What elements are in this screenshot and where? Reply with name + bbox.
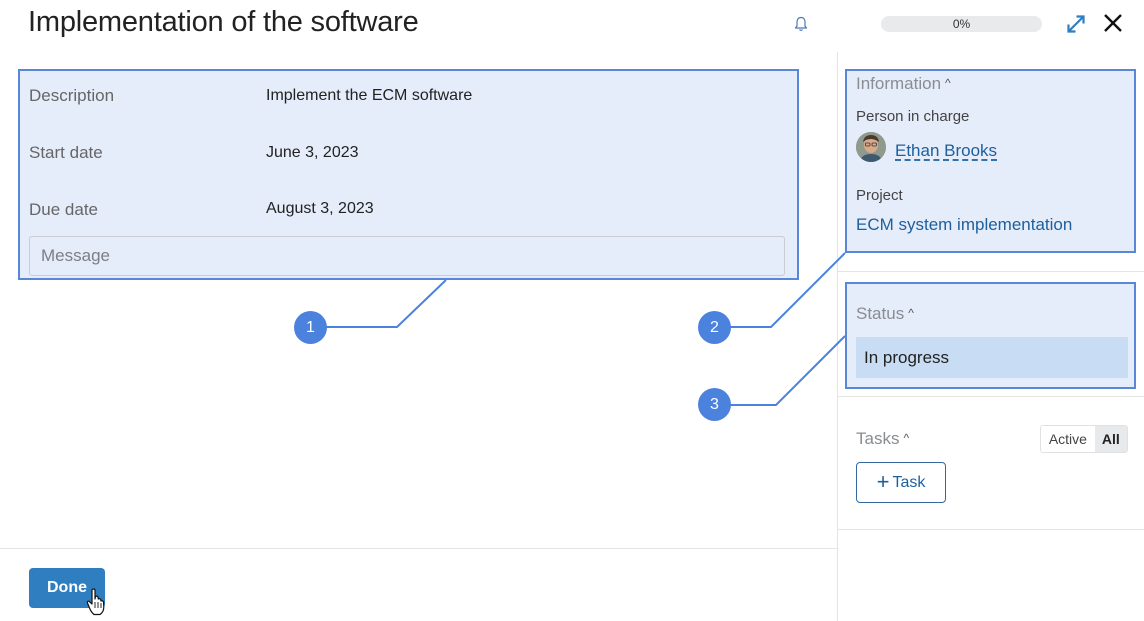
project-label: Project [856,187,903,204]
panel-divider [837,52,838,621]
description-label: Description [29,86,115,105]
start-date-label: Start date [29,143,103,162]
progress-bar: 0% [881,16,1042,32]
chevron-up-icon: ^ [908,306,914,320]
message-input[interactable] [29,236,785,276]
close-icon[interactable] [1101,11,1125,35]
callout-marker-1: 1 [294,311,327,344]
start-date-value: June 3, 2023 [266,144,359,161]
status-title-text: Status [856,304,905,323]
tasks-divider [838,529,1144,530]
plus-icon: + [876,468,890,494]
avatar [856,132,886,162]
status-divider [838,396,1144,397]
information-divider [838,271,1144,272]
person-in-charge-label: Person in charge [856,108,970,125]
description-value: Implement the ECM software [266,87,473,104]
status-section-title[interactable]: Status ^ [856,304,914,324]
tasks-filter: Active All [1040,425,1128,453]
person-in-charge-link[interactable]: Ethan Brooks [895,141,997,161]
chevron-up-icon: ^ [945,76,951,90]
callout-marker-3: 3 [698,388,731,421]
footer-divider [0,548,837,549]
add-task-button[interactable]: + Task [856,462,946,503]
due-date-value: August 3, 2023 [266,200,374,217]
tasks-filter-active[interactable]: Active [1041,426,1095,452]
status-value[interactable]: In progress [856,337,1128,378]
information-title-text: Information [856,74,942,93]
progress-text: 0% [952,17,971,31]
tasks-filter-all[interactable]: All [1094,426,1127,452]
due-date-label: Due date [29,200,98,219]
bell-icon[interactable] [793,15,809,33]
callout-marker-2: 2 [698,311,731,344]
chevron-up-icon: ^ [903,431,910,445]
project-link[interactable]: ECM system implementation [856,215,1072,235]
tasks-title-text: Tasks [856,429,900,448]
hand-cursor-icon [86,588,105,616]
page-title: Implementation of the software [28,6,419,38]
expand-icon[interactable] [1065,13,1087,35]
add-task-label: Task [892,473,926,491]
tasks-section-title[interactable]: Tasks ^ [856,429,909,449]
information-section-title[interactable]: Information ^ [856,74,951,94]
